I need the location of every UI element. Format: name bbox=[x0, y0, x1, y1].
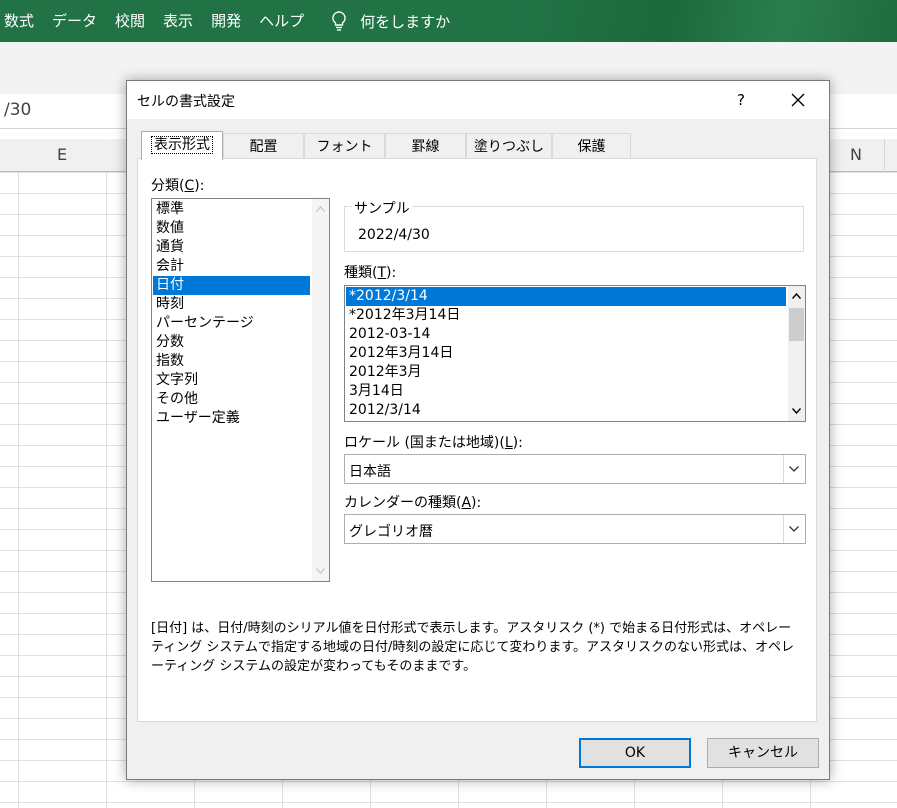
close-icon bbox=[791, 93, 805, 107]
tab-font[interactable]: フォント bbox=[304, 133, 385, 159]
category-item-time[interactable]: 時刻 bbox=[153, 295, 310, 314]
chevron-up-icon bbox=[316, 206, 325, 212]
category-item-date[interactable]: 日付 bbox=[153, 276, 310, 295]
category-label-key: C bbox=[184, 178, 195, 194]
locale-label-pre: ロケール (国または地域)( bbox=[344, 435, 505, 451]
type-item[interactable]: 2012-03-14 bbox=[346, 325, 786, 344]
ribbon-tab-formulas[interactable]: 数式 bbox=[0, 0, 48, 42]
sample-value: 2022/4/30 bbox=[358, 227, 430, 243]
column-header-e[interactable]: E bbox=[18, 139, 107, 172]
tab-alignment-label: 配置 bbox=[249, 139, 278, 155]
format-description: [日付] は、日付/時刻のシリアル値を日付形式で表示します。アスタリスク (*)… bbox=[151, 621, 795, 674]
dialog-titlebar[interactable]: セルの書式設定 ? bbox=[127, 81, 829, 119]
category-scrollbar[interactable] bbox=[312, 199, 329, 581]
type-list[interactable]: *2012/3/14 *2012年3月14日 2012-03-14 2012年3… bbox=[344, 285, 806, 422]
lightbulb-icon bbox=[332, 11, 346, 31]
calendar-label-pre: カレンダーの種類( bbox=[344, 495, 462, 511]
type-item[interactable]: 2012年3月14日 bbox=[346, 344, 786, 363]
chevron-down-icon bbox=[792, 408, 801, 414]
format-cells-dialog: セルの書式設定 ? 表示形式 配置 フォント 罫線 塗りつぶし 保護 分類(C)… bbox=[126, 80, 830, 780]
tab-protection-label: 保護 bbox=[577, 139, 606, 155]
chevron-down-icon bbox=[789, 466, 799, 472]
ribbon-decoration bbox=[517, 0, 897, 42]
tab-border-label: 罫線 bbox=[411, 139, 440, 155]
ribbon-tab-view[interactable]: 表示 bbox=[159, 0, 207, 42]
category-item-general[interactable]: 標準 bbox=[153, 200, 310, 219]
type-item[interactable]: 3月14日 bbox=[346, 382, 786, 401]
type-label-key: T bbox=[377, 265, 387, 281]
help-button[interactable]: ? bbox=[723, 87, 759, 113]
tell-me-label: 何をしますか bbox=[360, 12, 451, 31]
tab-protection[interactable]: 保護 bbox=[552, 133, 631, 159]
sample-label: サンプル bbox=[352, 198, 412, 218]
type-item[interactable]: 2012/3/14 bbox=[346, 401, 786, 420]
chevron-up-icon bbox=[792, 293, 801, 299]
locale-dropdown[interactable]: 日本語 bbox=[344, 454, 806, 484]
calendar-dropdown[interactable]: グレゴリオ暦 bbox=[344, 514, 806, 544]
tab-number-label: 表示形式 bbox=[151, 136, 213, 154]
category-list[interactable]: 標準 数値 通貨 会計 日付 時刻 パーセンテージ 分数 指数 文字列 その他 … bbox=[151, 198, 330, 582]
type-item[interactable]: *2012年3月14日 bbox=[346, 306, 786, 325]
category-item-text[interactable]: 文字列 bbox=[153, 371, 310, 390]
ribbon-tab-help[interactable]: ヘルプ bbox=[255, 0, 318, 42]
number-tab-panel: 分類(C): 標準 数値 通貨 会計 日付 時刻 パーセンテージ 分数 指数 文… bbox=[137, 158, 817, 722]
category-label: 分類(C): bbox=[151, 175, 204, 195]
ok-button[interactable]: OK bbox=[579, 738, 691, 768]
column-header-n[interactable]: N bbox=[828, 139, 885, 172]
locale-label-post: ): bbox=[512, 435, 523, 451]
tab-border[interactable]: 罫線 bbox=[385, 133, 466, 159]
category-item-fraction[interactable]: 分数 bbox=[153, 333, 310, 352]
category-item-number[interactable]: 数値 bbox=[153, 219, 310, 238]
calendar-value: グレゴリオ暦 bbox=[349, 524, 433, 540]
tab-number[interactable]: 表示形式 bbox=[141, 131, 223, 160]
tab-fill[interactable]: 塗りつぶし bbox=[466, 133, 552, 159]
locale-label: ロケール (国または地域)(L): bbox=[344, 432, 523, 452]
locale-value: 日本語 bbox=[349, 464, 391, 480]
ribbon-tab-data[interactable]: データ bbox=[48, 0, 111, 42]
chevron-down-icon bbox=[789, 526, 799, 532]
ribbon-tab-developer[interactable]: 開発 bbox=[207, 0, 255, 42]
type-scrollbar[interactable] bbox=[788, 286, 805, 421]
tab-font-label: フォント bbox=[316, 139, 373, 155]
category-item-special[interactable]: その他 bbox=[153, 390, 310, 409]
formula-value: /30 bbox=[4, 100, 32, 120]
calendar-dropdown-button[interactable] bbox=[783, 515, 805, 543]
type-label-pre: 種類( bbox=[344, 265, 378, 281]
type-label-post: ): bbox=[386, 265, 397, 281]
category-label-post: ): bbox=[194, 178, 205, 194]
type-item[interactable]: 2012年3月 bbox=[346, 363, 786, 382]
calendar-label: カレンダーの種類(A): bbox=[344, 492, 481, 512]
chevron-down-icon bbox=[316, 568, 325, 574]
calendar-label-post: ): bbox=[471, 495, 482, 511]
category-item-currency[interactable]: 通貨 bbox=[153, 238, 310, 257]
type-label: 種類(T): bbox=[344, 262, 396, 282]
tab-alignment[interactable]: 配置 bbox=[223, 133, 304, 159]
locale-label-key: L bbox=[504, 435, 513, 451]
dialog-title: セルの書式設定 bbox=[137, 94, 235, 110]
ribbon: 数式 データ 校閲 表示 開発 ヘルプ 何をしますか bbox=[0, 0, 897, 42]
locale-dropdown-button[interactable] bbox=[783, 455, 805, 483]
cancel-button[interactable]: キャンセル bbox=[707, 738, 819, 768]
category-item-accounting[interactable]: 会計 bbox=[153, 257, 310, 276]
category-item-percentage[interactable]: パーセンテージ bbox=[153, 314, 310, 333]
category-item-custom[interactable]: ユーザー定義 bbox=[153, 409, 310, 428]
calendar-label-key: A bbox=[461, 495, 472, 511]
tab-fill-label: 塗りつぶし bbox=[473, 139, 545, 155]
tell-me-search[interactable]: 何をしますか bbox=[318, 10, 450, 32]
type-scroll-thumb[interactable] bbox=[789, 308, 804, 341]
close-button[interactable] bbox=[777, 85, 819, 115]
ribbon-tab-review[interactable]: 校閲 bbox=[111, 0, 159, 42]
category-item-scientific[interactable]: 指数 bbox=[153, 352, 310, 371]
category-label-pre: 分類( bbox=[151, 178, 185, 194]
ribbon-tabs: 数式 データ 校閲 表示 開発 ヘルプ 何をしますか bbox=[0, 0, 450, 42]
type-item[interactable]: *2012/3/14 bbox=[346, 287, 786, 306]
